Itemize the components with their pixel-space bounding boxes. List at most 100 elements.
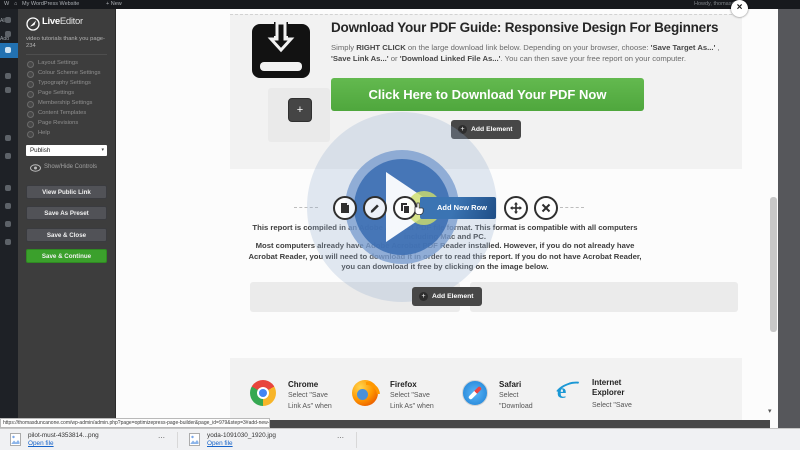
browser-note: Link As" when <box>390 403 434 410</box>
hero-para-seg: on the large download link below. Depend… <box>406 43 651 52</box>
hero-paragraph: Simply RIGHT CLICK on the large download… <box>331 42 727 64</box>
site-name[interactable]: My WordPress Website <box>22 0 79 9</box>
add-new-row-button[interactable]: Add New Row <box>420 197 496 219</box>
sidebar-item-membership[interactable]: Membership Settings <box>26 99 112 109</box>
sidebar-item-label: Help <box>38 130 50 136</box>
download-item[interactable]: pilot-must-4353814...png Open file ⋯ <box>2 429 174 450</box>
plus-icon: + <box>419 292 428 301</box>
more-options-icon[interactable]: ⋯ <box>158 434 165 442</box>
download-filename: pilot-must-4353814...png <box>28 432 99 439</box>
add-element-mini-button[interactable]: + <box>288 98 312 122</box>
row-settings-button[interactable] <box>333 196 357 220</box>
add-element-label: Add Element <box>471 120 513 139</box>
sidebar-item-page-settings[interactable]: Page Settings <box>26 89 112 99</box>
hero-para-seg-bold: 'Download Linked File As...' <box>400 54 501 63</box>
video-close-button[interactable]: × <box>731 0 748 17</box>
sidebar-item-label: Typography Settings <box>38 80 91 86</box>
sidebar-item-typography[interactable]: Typography Settings <box>26 79 112 89</box>
save-as-preset-button[interactable]: Save As Preset <box>26 206 107 220</box>
downloads-bar: pilot-must-4353814...png Open file ⋯ yod… <box>0 428 800 450</box>
sidebar-item-layout-settings[interactable]: Layout Settings <box>26 59 112 69</box>
hero-para-seg-bold: 'Save Link As...' <box>331 54 389 63</box>
sidebar-item-label: Page Settings <box>38 90 74 96</box>
browser-note: "Download <box>499 403 533 410</box>
hero-para-seg: or <box>389 54 400 63</box>
sidebar-item-label: Layout Settings <box>38 60 78 66</box>
wp-menu-icon[interactable] <box>5 87 11 93</box>
divider <box>177 432 178 448</box>
liveeditor-logo-icon <box>26 17 40 31</box>
bullet-icon <box>27 61 34 68</box>
browser-name: Explorer <box>592 388 624 397</box>
row-settings-icon <box>338 201 352 215</box>
duplicate-icon <box>398 201 412 215</box>
sidebar-item-content-templates[interactable]: Content Templates <box>26 109 112 119</box>
save-continue-button[interactable]: Save & Continue <box>26 249 107 263</box>
scrollbar-thumb[interactable] <box>770 197 777 332</box>
sidebar-item-help[interactable]: Help <box>26 129 112 139</box>
download-filename: yoda-1091030_1920.jpg <box>207 432 276 439</box>
wp-menu-icon[interactable] <box>5 73 11 79</box>
bullet-icon <box>27 101 34 108</box>
browser-note: Link As" when <box>288 403 332 410</box>
sidebar-item-label: Membership Settings <box>38 100 92 106</box>
image-file-icon <box>10 433 21 446</box>
browser-note: Select "Save <box>288 392 328 399</box>
wp-menu-icon[interactable] <box>5 17 11 23</box>
plus-icon: + <box>297 104 303 116</box>
wp-menu-icon[interactable] <box>5 203 11 209</box>
wp-menu-icon[interactable] <box>5 31 11 37</box>
wp-menu-icon[interactable] <box>5 185 11 191</box>
wp-menu-icon <box>5 47 11 53</box>
video-frame: Download Your PDF Guide: Responsive Desi… <box>0 0 800 450</box>
add-element-button[interactable]: + Add Element <box>412 287 482 306</box>
move-icon <box>509 201 523 215</box>
hero-para-seg-bold: RIGHT CLICK <box>356 43 406 52</box>
move-row-button[interactable] <box>504 196 528 220</box>
browser-name: Safari <box>499 380 521 389</box>
edit-row-button[interactable] <box>363 196 387 220</box>
wp-menu-icon[interactable] <box>5 221 11 227</box>
bullet-icon <box>27 121 34 128</box>
liveeditor-sidebar: LiveEditor video tutorials thank you pag… <box>18 9 116 428</box>
delete-row-button[interactable] <box>534 196 558 220</box>
close-x-icon <box>539 201 553 215</box>
browser-note: Select "Save <box>390 392 430 399</box>
liveeditor-logo-text: LiveEditor <box>42 16 83 27</box>
open-file-link[interactable]: Open file <box>28 440 54 447</box>
wp-menu-icon[interactable] <box>5 239 11 245</box>
scrollbar-down-arrow[interactable]: ▾ <box>768 407 772 415</box>
wp-menu-icon[interactable] <box>5 135 11 141</box>
status-url-tooltip: https://thomasduncanone.com/wp-admin/adm… <box>0 418 270 428</box>
publish-select[interactable]: Publish▾ <box>26 145 107 156</box>
download-item[interactable]: yoda-1091030_1920.jpg Open file ⋯ <box>181 429 353 450</box>
browser-name: Chrome <box>288 380 318 389</box>
home-icon: ⌂ <box>14 0 17 9</box>
wp-admin-bar: W ⌂ My WordPress Website + New Howdy, th… <box>0 0 800 9</box>
hero-para-seg: . You can then save your free report on … <box>501 54 686 63</box>
internet-explorer-icon: e <box>554 378 582 406</box>
hand-cursor-icon <box>413 202 424 215</box>
wp-logo-icon[interactable]: W <box>4 0 9 9</box>
browser-name: Internet <box>592 378 621 387</box>
save-close-button[interactable]: Save & Close <box>26 228 107 242</box>
view-public-link-button[interactable]: View Public Link <box>26 185 107 199</box>
open-file-link[interactable]: Open file <box>207 440 233 447</box>
page-subtitle: video tutorials thank you page-234 <box>26 36 112 50</box>
sidebar-item-page-revisions[interactable]: Page Revisions <box>26 119 112 129</box>
eye-icon <box>30 164 41 172</box>
download-box-icon <box>250 20 312 78</box>
show-hide-label: Show/Hide Controls <box>44 164 97 170</box>
hero-para-seg-bold: 'Save Target As...' <box>651 43 716 52</box>
wp-menu-active-item[interactable] <box>0 43 18 58</box>
show-hide-controls[interactable]: Show/Hide Controls <box>26 163 112 173</box>
hero-para-seg: Simply <box>331 43 356 52</box>
browser-name: Firefox <box>390 380 417 389</box>
more-options-icon[interactable]: ⋯ <box>337 434 344 442</box>
browser-note: Select <box>499 392 518 399</box>
row-divider-dash <box>560 207 584 208</box>
sidebar-item-colour-scheme[interactable]: Colour Scheme Settings <box>26 69 112 79</box>
pdf-download-button[interactable]: Click Here to Download Your PDF Now <box>331 78 644 111</box>
wp-menu-icon[interactable] <box>5 153 11 159</box>
new-menu-item[interactable]: + New <box>106 0 122 9</box>
